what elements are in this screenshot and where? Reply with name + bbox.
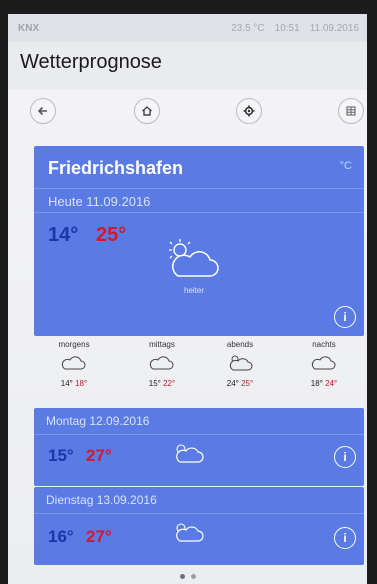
daypart-max: 24° <box>325 379 338 388</box>
city-name: Friedrichshafen <box>48 158 184 178</box>
daypart-night: nachts 18° 24° <box>284 340 364 388</box>
daypart-min: 15° <box>148 379 161 388</box>
daypart-max: 18° <box>75 379 88 388</box>
info-button[interactable]: i <box>334 527 356 549</box>
daypart-row: morgens 14° 18° mittags 15° 22° abends 2… <box>34 340 364 406</box>
daypart-label: abends <box>226 340 254 349</box>
unit-label: °C <box>339 160 352 172</box>
page-indicator <box>180 574 196 579</box>
daypart-min: 14° <box>60 379 73 388</box>
partly-cloudy-icon <box>169 239 219 277</box>
day-max-temp: 27° <box>86 527 112 546</box>
page-dot[interactable] <box>180 574 185 579</box>
info-icon: i <box>343 310 347 324</box>
daypart-evening: abends 24° 25° <box>200 340 280 388</box>
today-card[interactable]: Friedrichshafen °C Heute 11.09.2016 14° … <box>34 146 364 336</box>
cloud-icon <box>149 356 174 370</box>
condition-label: heiter <box>184 286 205 295</box>
partly-cloudy-icon <box>229 355 253 371</box>
info-icon: i <box>343 531 347 545</box>
clock: 10:51 <box>274 23 300 34</box>
divider <box>34 212 364 213</box>
day-min-temp: 15° <box>48 446 74 465</box>
info-button[interactable]: i <box>334 446 356 468</box>
grid-button[interactable] <box>338 98 364 124</box>
daypart-label: morgens <box>58 340 90 349</box>
divider <box>34 188 364 189</box>
daypart-label: nachts <box>312 340 336 349</box>
settings-icon <box>243 105 255 117</box>
today-max-temp: 25° <box>96 224 127 246</box>
day-min-temp: 16° <box>48 527 74 546</box>
info-button[interactable]: i <box>334 306 356 328</box>
screen: KNX 23.5 °C 10:51 11.09.2016 Wetterprogn… <box>8 14 367 584</box>
home-icon <box>142 106 152 116</box>
page-dot[interactable] <box>191 574 196 579</box>
forecast-day-card[interactable]: Montag 12.09.2016 15° 27° i <box>34 408 364 486</box>
divider <box>34 513 364 514</box>
partly-cloudy-icon <box>176 444 204 463</box>
page-title: Wetterprognose <box>20 51 162 73</box>
sensor-temperature: 23.5 °C <box>231 23 265 34</box>
daypart-label: mittags <box>149 340 175 349</box>
today-date: Heute 11.09.2016 <box>48 194 151 209</box>
settings-button[interactable] <box>236 98 262 124</box>
partly-cloudy-icon <box>176 523 204 542</box>
daypart-min: 18° <box>310 379 323 388</box>
partly-cloudy-icon <box>61 356 86 370</box>
title-bar: Wetterprognose <box>8 42 367 90</box>
back-button[interactable] <box>30 98 56 124</box>
divider <box>34 434 364 435</box>
today-min-temp: 14° <box>48 224 79 246</box>
grid-icon <box>346 106 356 116</box>
daypart-noon: mittags 15° 22° <box>122 340 202 388</box>
info-icon: i <box>343 450 347 464</box>
back-icon <box>37 106 47 116</box>
brand-label: KNX <box>18 23 40 34</box>
status-bar: KNX 23.5 °C 10:51 11.09.2016 <box>8 14 367 42</box>
day-label: Montag 12.09.2016 <box>46 414 150 428</box>
status-info: 23.5 °C 10:51 11.09.2016 <box>231 23 359 34</box>
daypart-max: 22° <box>163 379 176 388</box>
cloudy-night-icon <box>311 356 336 370</box>
daypart-min: 24° <box>226 379 239 388</box>
toolbar <box>8 90 367 134</box>
daypart-morning: morgens 14° 18° <box>34 340 114 388</box>
status-date: 11.09.2016 <box>309 23 359 34</box>
day-label: Dienstag 13.09.2016 <box>46 493 157 507</box>
day-max-temp: 27° <box>86 446 112 465</box>
forecast-day-card[interactable]: Dienstag 13.09.2016 16° 27° i <box>34 487 364 565</box>
home-button[interactable] <box>134 98 160 124</box>
daypart-max: 25° <box>241 379 254 388</box>
